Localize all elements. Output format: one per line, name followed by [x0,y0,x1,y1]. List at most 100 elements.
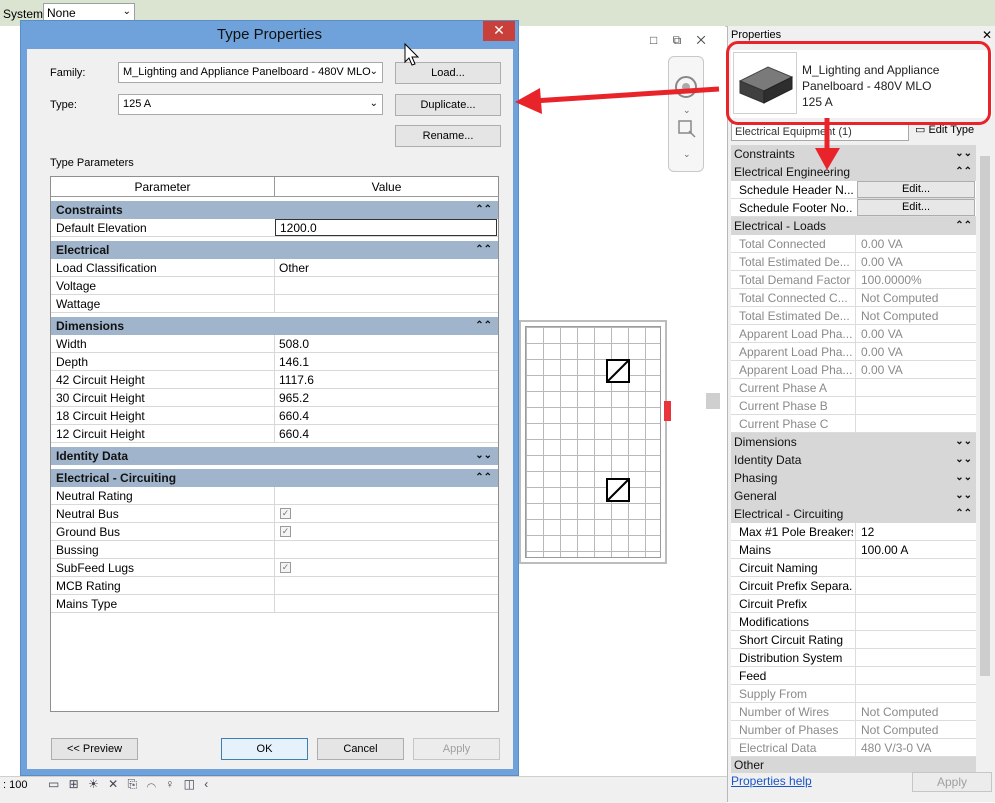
chevron-down-icon: ⌄ [122,6,131,17]
annotation-highlight-box [726,41,991,125]
param-row[interactable]: Ground Bus ✓ [51,523,498,541]
expand-icon[interactable]: ⌄⌄ [475,447,492,465]
instance-filter-select[interactable]: Electrical Equipment (1) [731,123,909,141]
group-other[interactable]: Other [731,757,976,773]
collapse-icon[interactable]: ⌃⌃ [475,469,492,487]
collapse-icon: ⌃⌃ [955,220,972,231]
load-button[interactable]: Load... [395,62,501,84]
param-row[interactable]: 30 Circuit Height 965.2 [51,389,498,407]
family-select-value: M_Lighting and Appliance Panelboard - 48… [123,66,371,78]
edit-button[interactable]: Edit... [857,181,975,198]
chevron-down-icon: ⌄ [369,66,378,77]
param-row[interactable]: Bussing [51,541,498,559]
param-row[interactable]: Schedule Header N... Edit... [731,181,976,199]
param-row[interactable]: Max #1 Pole Breakers 12 [731,523,976,541]
param-row: Total Estimated De... 0.00 VA [731,253,976,271]
group-electrical-loads[interactable]: Electrical - Loads ⌃⌃ [731,217,976,235]
param-row[interactable]: Modifications [731,613,976,631]
view-scale[interactable]: : 100 [3,779,27,791]
param-row: Apparent Load Pha... 0.00 VA [731,325,976,343]
expand-icon: ⌄⌄ [955,454,972,465]
param-row[interactable]: Load Classification Other [51,259,498,277]
collapse-icon[interactable]: ⌃⌃ [475,317,492,335]
neutral-bus-checkbox[interactable]: ✓ [280,508,291,519]
collapse-icon: ⌃⌃ [955,508,972,519]
type-label: Type: [50,99,77,111]
view-window-controls[interactable]: □ ⧉ ✕ [650,33,712,48]
param-row[interactable]: Neutral Rating [51,487,498,505]
group-electrical-circuiting[interactable]: Electrical - Circuiting ⌃⌃ [731,505,976,523]
param-row[interactable]: Circuit Prefix [731,595,976,613]
param-row[interactable]: Neutral Bus ✓ [51,505,498,523]
param-row[interactable]: Default Elevation 1200.0 [51,219,498,237]
family-label: Family: [50,67,86,79]
param-row[interactable]: 12 Circuit Height 660.4 [51,425,498,443]
group-electrical[interactable]: Electrical ⌃⌃ [51,241,498,259]
param-row[interactable]: Mains Type [51,595,498,613]
close-icon[interactable]: ✕ [483,21,515,41]
param-row[interactable]: Wattage [51,295,498,313]
group-dimensions[interactable]: Dimensions ⌃⌃ [51,317,498,335]
panel-symbol-icon[interactable] [606,359,630,383]
group-identity-data[interactable]: Identity Data ⌄⌄ [731,451,976,469]
param-row: Number of Wires Not Computed [731,703,976,721]
type-parameters-label: Type Parameters [50,157,134,169]
param-row: Current Phase B [731,397,976,415]
column-header-parameter[interactable]: Parameter [51,177,275,197]
param-row[interactable]: Depth 146.1 [51,353,498,371]
param-row: Apparent Load Pha... 0.00 VA [731,361,976,379]
group-electrical-circuiting[interactable]: Electrical - Circuiting ⌃⌃ [51,469,498,487]
selection-grip-icon[interactable] [664,401,671,421]
duplicate-button[interactable]: Duplicate... [395,94,501,116]
apply-button[interactable]: Apply [413,738,500,760]
group-general[interactable]: General ⌄⌄ [731,487,976,505]
param-row[interactable]: Schedule Footer No... Edit... [731,199,976,217]
ok-button[interactable]: OK [221,738,308,760]
param-row[interactable]: 18 Circuit Height 660.4 [51,407,498,425]
panel-symbol-icon[interactable] [606,478,630,502]
group-electrical-engineering[interactable]: Electrical Engineering ⌃⌃ [731,163,976,181]
cancel-button[interactable]: Cancel [317,738,404,760]
param-row[interactable]: Width 508.0 [51,335,498,353]
navigation-wheel-icon[interactable]: ⌄ ⌄ [669,57,703,171]
column-header-value[interactable]: Value [275,177,498,197]
group-dimensions[interactable]: Dimensions ⌄⌄ [731,433,976,451]
properties-title: Properties [731,29,782,41]
param-row[interactable]: Mains 100.00 A [731,541,976,559]
group-constraints[interactable]: Constraints ⌄⌄ [731,145,976,163]
preview-button[interactable]: << Preview [51,738,138,760]
ground-bus-checkbox[interactable]: ✓ [280,526,291,537]
properties-scrollbar-thumb[interactable] [980,156,990,676]
collapse-icon[interactable]: ⌃⌃ [475,241,492,259]
panel-elevation-grid[interactable] [525,326,661,558]
group-phasing[interactable]: Phasing ⌄⌄ [731,469,976,487]
param-row[interactable]: Feed [731,667,976,685]
properties-apply-button[interactable]: Apply [912,772,992,792]
type-select[interactable]: 125 A ⌄ [118,94,383,115]
family-select[interactable]: M_Lighting and Appliance Panelboard - 48… [118,62,383,83]
rename-button[interactable]: Rename... [395,125,501,147]
canvas-scrollbar-thumb[interactable] [706,393,720,409]
param-row[interactable]: Distribution System [731,649,976,667]
param-row[interactable]: Short Circuit Rating [731,631,976,649]
close-icon[interactable]: ✕ [982,28,992,42]
param-row[interactable]: Circuit Naming [731,559,976,577]
collapse-icon[interactable]: ⌃⌃ [475,201,492,219]
subfeed-lugs-checkbox[interactable]: ✓ [280,562,291,573]
param-row[interactable]: MCB Rating [51,577,498,595]
param-row[interactable]: 42 Circuit Height 1117.6 [51,371,498,389]
expand-icon: ⌄⌄ [955,472,972,483]
navigation-bar[interactable]: ⌄ ⌄ [668,56,704,172]
edit-button[interactable]: Edit... [857,199,975,216]
param-row: Current Phase A [731,379,976,397]
collapse-icon: ⌃⌃ [955,166,972,177]
param-row[interactable]: Voltage [51,277,498,295]
param-row[interactable]: Circuit Prefix Separa... [731,577,976,595]
param-row: Electrical Data 480 V/3-0 VA [731,739,976,757]
group-identity-data[interactable]: Identity Data ⌄⌄ [51,447,498,465]
param-row[interactable]: SubFeed Lugs ✓ [51,559,498,577]
svg-text:⌄: ⌄ [683,150,691,160]
properties-help-link[interactable]: Properties help [731,774,812,788]
view-control-icons[interactable]: ▭ ⊞ ☀ ✕ ⎘ ⌒ ♀ ◫ ‹ [48,777,211,792]
group-constraints[interactable]: Constraints ⌃⌃ [51,201,498,219]
